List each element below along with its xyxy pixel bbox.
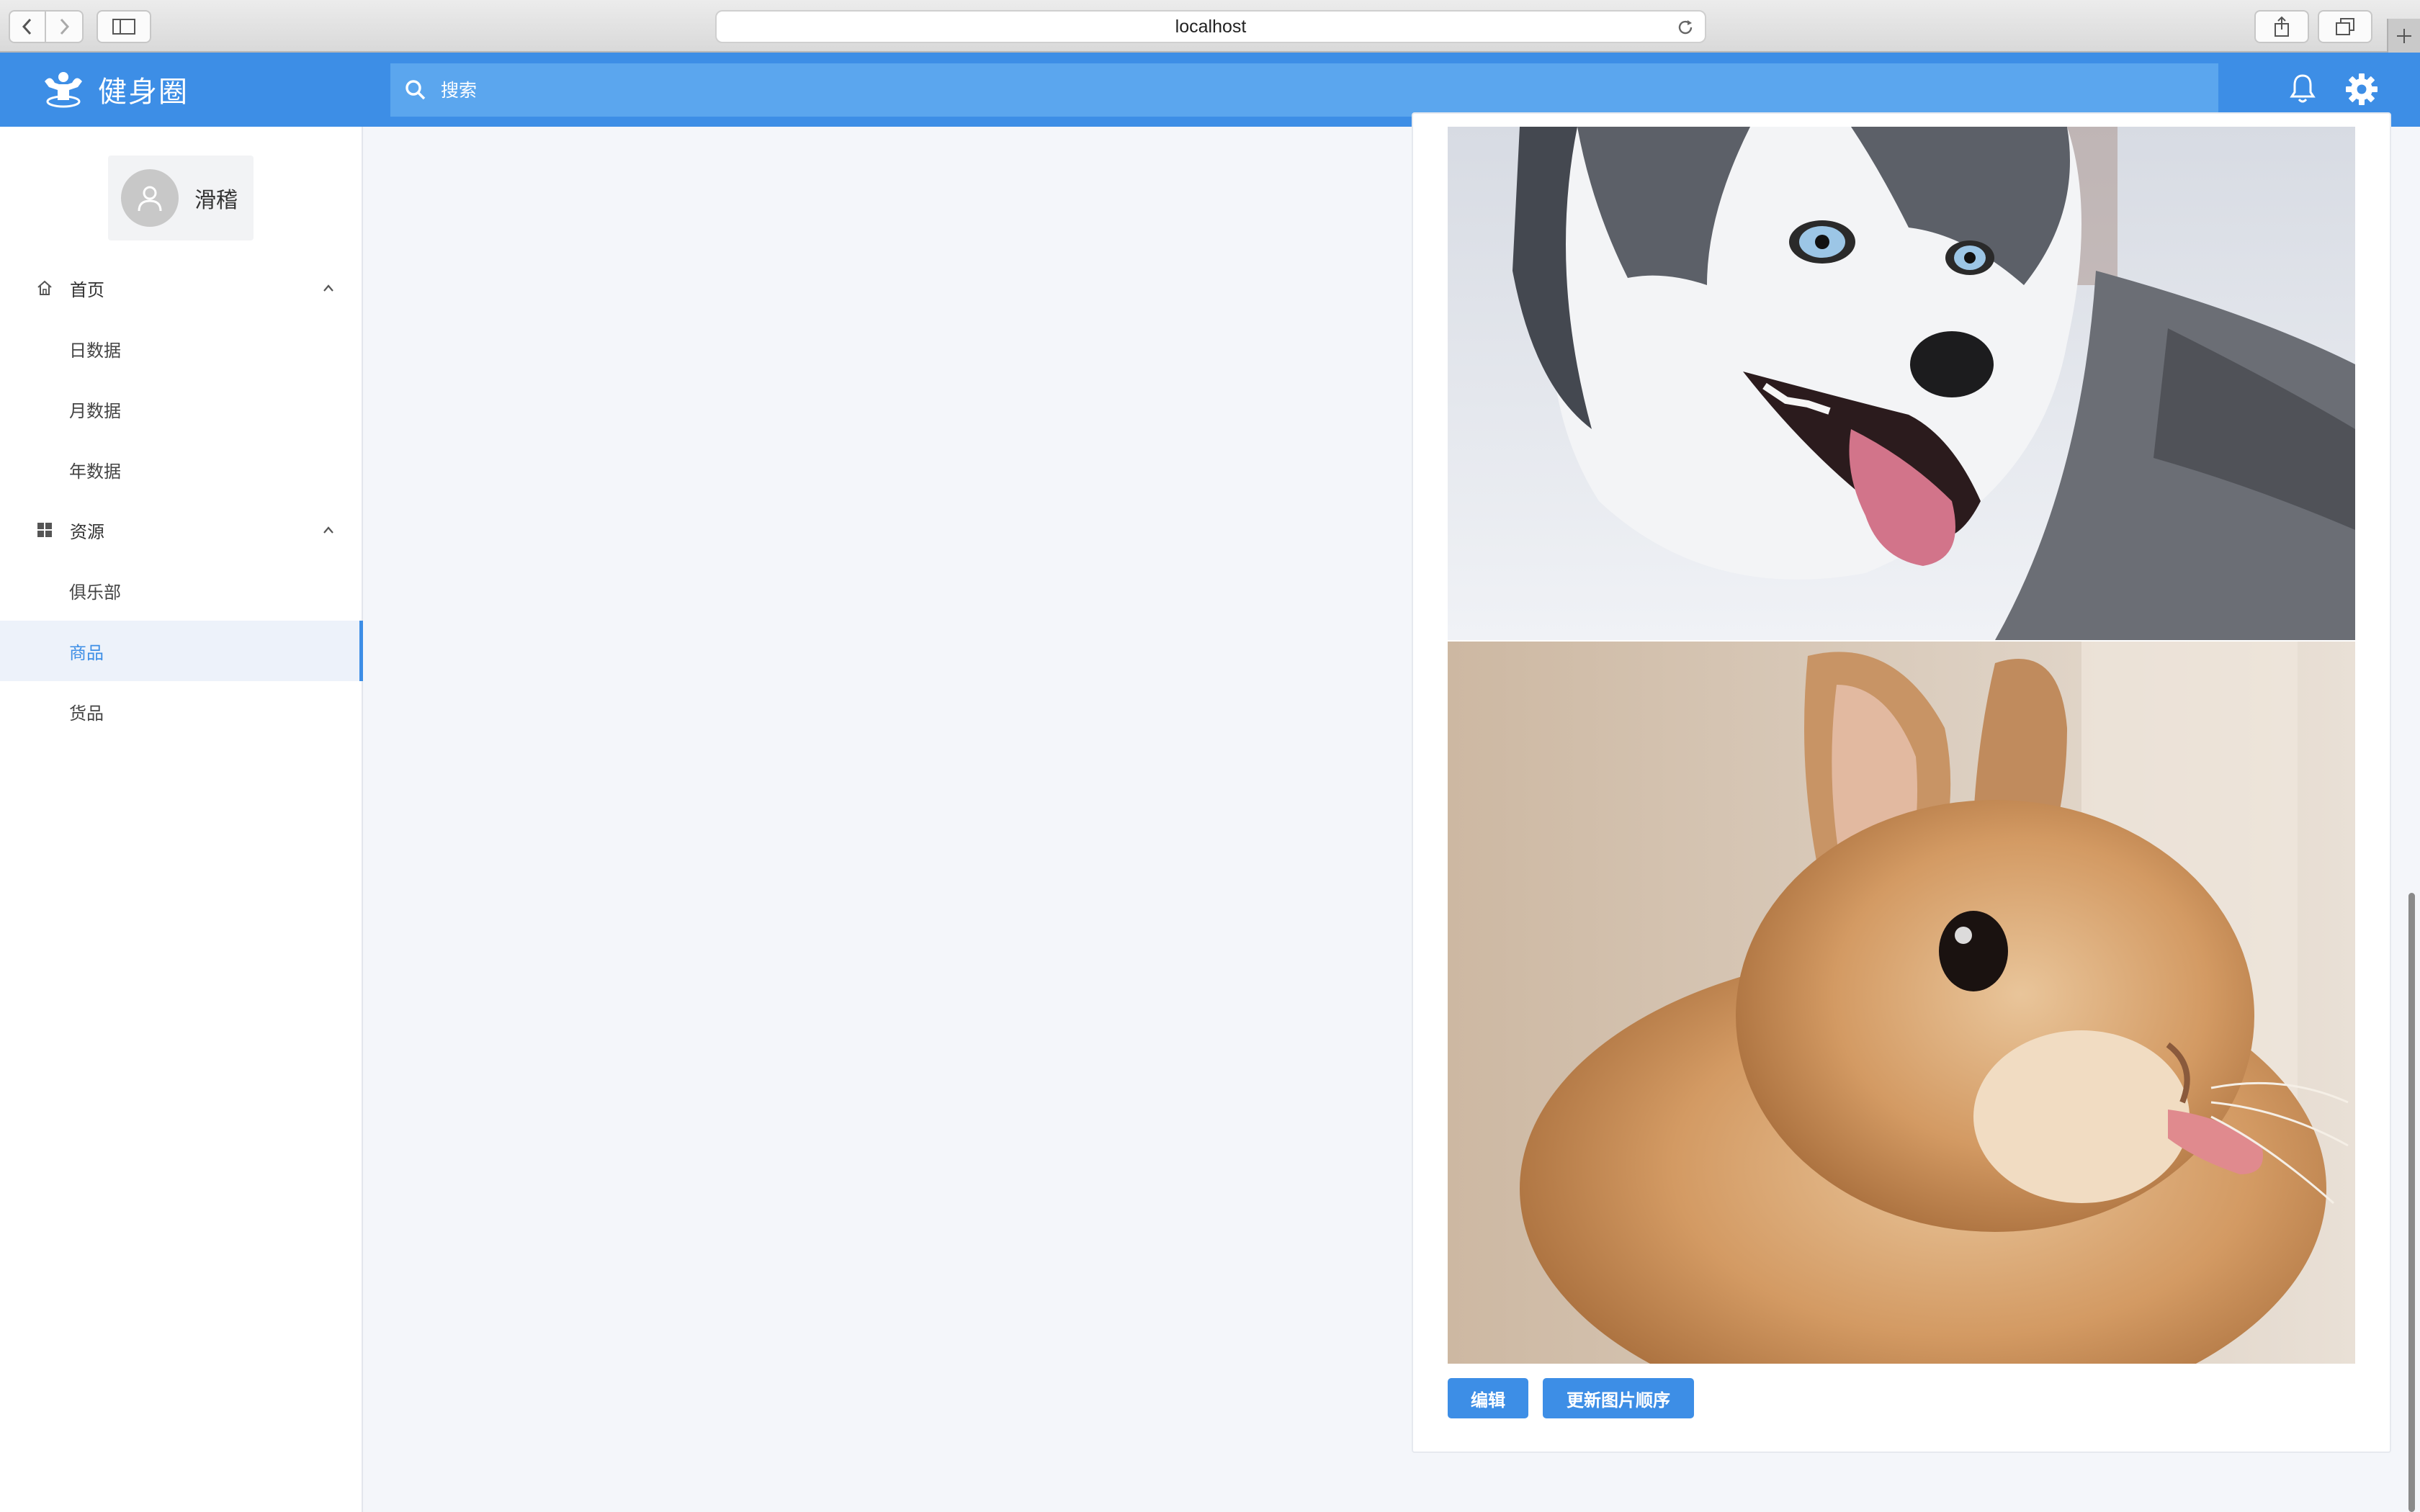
sidebar-item-label: 日数据 [69, 340, 121, 361]
app-title: 健身圈 [98, 76, 189, 109]
sidebar-group-label: 资源 [70, 521, 104, 542]
sidebar-item-label: 年数据 [69, 461, 121, 482]
tabs-icon [2336, 18, 2354, 35]
chevron-right-icon [60, 18, 70, 35]
user-card[interactable]: 滑稽 [108, 156, 254, 240]
sidebar-item-label: 俱乐部 [69, 582, 121, 603]
user-name: 滑稽 [194, 188, 238, 213]
sidebar-item-monthly-data[interactable]: 月数据 [0, 379, 362, 439]
sidebar-item-goods[interactable]: 货品 [0, 681, 362, 742]
plus-icon [2397, 28, 2411, 43]
back-button[interactable] [9, 10, 46, 43]
sidebar-item-clubs[interactable]: 俱乐部 [0, 560, 362, 621]
share-icon [2275, 16, 2289, 37]
user-icon [138, 186, 162, 212]
grid-icon [36, 521, 53, 539]
rabbit-photo [1448, 642, 2355, 1364]
sidebar-icon [112, 19, 135, 35]
scrollbar-thumb[interactable] [2408, 893, 2415, 1512]
home-icon [36, 279, 53, 297]
fitness-logo-icon [45, 72, 82, 108]
sidebar-item-daily-data[interactable]: 日数据 [0, 318, 362, 379]
edit-button[interactable]: 编辑 [1448, 1378, 1528, 1418]
search-bar[interactable] [390, 63, 2218, 117]
sidebar-group-label: 首页 [70, 279, 104, 300]
avatar [121, 169, 179, 227]
search-icon [405, 79, 426, 101]
page-scrollbar[interactable] [2403, 127, 2420, 1512]
sidebar-item-label: 货品 [69, 703, 104, 724]
new-tab-button[interactable] [2387, 19, 2420, 53]
chevron-up-icon [321, 281, 336, 295]
sidebar-toggle-button[interactable] [97, 10, 151, 43]
bell-icon[interactable] [2289, 73, 2316, 104]
app-logo[interactable]: 健身圈 [40, 68, 189, 110]
update-image-order-button[interactable]: 更新图片顺序 [1543, 1378, 1694, 1418]
browser-toolbar: localhost [0, 0, 2420, 53]
husky-photo [1448, 127, 2355, 640]
sidebar-item-label: 商品 [69, 642, 104, 663]
search-input[interactable] [441, 79, 2169, 101]
url-text: localhost [1175, 16, 1247, 37]
sidebar-item-label: 月数据 [69, 400, 121, 421]
sidebar-item-yearly-data[interactable]: 年数据 [0, 439, 362, 500]
share-button[interactable] [2254, 10, 2309, 43]
sidebar-group-home[interactable]: 首页 [0, 258, 362, 318]
gear-icon[interactable] [2345, 73, 2378, 106]
chevron-up-icon [321, 523, 336, 537]
sidebar: 滑稽 首页 日数据 月数据 年数据 资源 俱乐部 商品 货品 [0, 127, 363, 1512]
sidebar-group-resources[interactable]: 资源 [0, 500, 362, 560]
reload-icon[interactable] [1676, 18, 1695, 40]
chevron-left-icon [22, 18, 32, 35]
tabs-overview-button[interactable] [2318, 10, 2372, 43]
address-bar[interactable]: localhost [715, 10, 1706, 43]
sidebar-menu: 首页 日数据 月数据 年数据 资源 俱乐部 商品 货品 [0, 258, 363, 742]
forward-button[interactable] [46, 10, 84, 43]
sidebar-item-products[interactable]: 商品 [0, 621, 363, 681]
history-nav [9, 10, 84, 43]
